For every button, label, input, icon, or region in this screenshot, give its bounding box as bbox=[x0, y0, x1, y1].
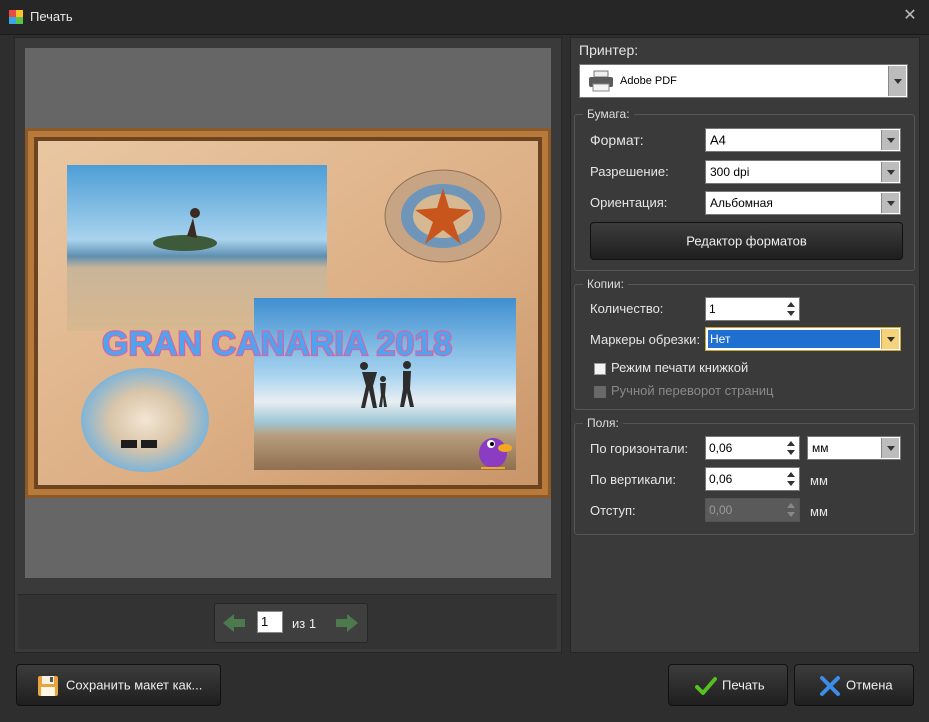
margins-group: Поля: По горизонтали: 0,06 мм По вертика… bbox=[574, 416, 915, 535]
resolution-value: 300 dpi bbox=[710, 165, 750, 179]
dialog-footer: Сохранить макет как... Печать Отмена bbox=[0, 656, 929, 722]
page-navigation-bar: 1 из 1 bbox=[18, 594, 557, 649]
vertical-margin-value: 0,06 bbox=[709, 472, 733, 486]
book-mode-checkbox[interactable] bbox=[594, 363, 606, 375]
chevron-down-icon[interactable] bbox=[881, 130, 899, 150]
stepper-up-icon[interactable] bbox=[787, 503, 795, 508]
save-layout-button-label: Сохранить макет как... bbox=[66, 677, 203, 693]
margins-group-title: Поля: bbox=[583, 416, 623, 430]
print-preview: GRAN CANARIA 2018 bbox=[25, 48, 551, 578]
stepper-down-icon[interactable] bbox=[787, 311, 795, 316]
checkmark-icon bbox=[695, 677, 717, 695]
crop-marks-label: Маркеры обрезки: bbox=[590, 332, 701, 347]
copies-group-title: Копии: bbox=[583, 277, 628, 291]
manual-flip-checkbox[interactable] bbox=[594, 386, 606, 398]
chevron-down-icon[interactable] bbox=[881, 193, 899, 213]
collage-preview: GRAN CANARIA 2018 bbox=[25, 128, 551, 498]
horizontal-margin-label: По горизонтали: bbox=[590, 441, 689, 456]
stepper-up-icon[interactable] bbox=[787, 472, 795, 477]
preview-panel: GRAN CANARIA 2018 1 из 1 bbox=[14, 37, 562, 653]
format-editor-button[interactable]: Редактор форматов bbox=[590, 222, 903, 260]
prev-page-icon[interactable] bbox=[220, 611, 248, 635]
paper-group: Бумага: Формат: А4 Разрешение: 300 dpi О… bbox=[574, 107, 915, 271]
window-title: Печать bbox=[30, 9, 73, 24]
next-page-icon[interactable] bbox=[333, 611, 361, 635]
margin-unit-value: мм bbox=[812, 441, 829, 455]
resolution-select[interactable]: 300 dpi bbox=[705, 160, 901, 184]
chevron-down-icon[interactable] bbox=[888, 66, 906, 96]
crop-marks-select[interactable]: Нет bbox=[705, 327, 901, 351]
printer-select[interactable]: Adobe PDF bbox=[579, 64, 908, 98]
format-select[interactable]: А4 bbox=[705, 128, 901, 152]
manual-flip-label: Ручной переворот страниц bbox=[611, 383, 774, 398]
horizontal-margin-value: 0,06 bbox=[709, 441, 733, 455]
settings-panel: Принтер: Adobe PDF Бумага: Формат: А4 Ра… bbox=[570, 37, 920, 653]
save-layout-button[interactable]: Сохранить макет как... bbox=[16, 664, 221, 706]
vertical-margin-label: По вертикали: bbox=[590, 472, 676, 487]
orientation-select[interactable]: Альбомная bbox=[705, 191, 901, 215]
chevron-down-icon[interactable] bbox=[881, 438, 899, 458]
selection-highlight bbox=[708, 330, 880, 348]
horizontal-margin-stepper[interactable]: 0,06 bbox=[705, 436, 800, 460]
stepper-up-icon[interactable] bbox=[787, 441, 795, 446]
copies-group: Копии: Количество: 1 Маркеры обрезки: Не… bbox=[574, 277, 915, 410]
paper-group-title: Бумага: bbox=[583, 107, 634, 121]
vertical-margin-unit: мм bbox=[810, 473, 828, 488]
printer-icon bbox=[589, 70, 613, 92]
page-navigator: 1 из 1 bbox=[214, 603, 368, 643]
stepper-down-icon[interactable] bbox=[787, 512, 795, 517]
close-icon[interactable]: ✕ bbox=[899, 5, 921, 27]
page-count-label: из 1 bbox=[292, 616, 317, 631]
format-label: Формат: bbox=[590, 132, 644, 148]
stepper-down-icon[interactable] bbox=[787, 450, 795, 455]
copies-count-stepper[interactable]: 1 bbox=[705, 297, 800, 321]
copies-count-label: Количество: bbox=[590, 301, 664, 316]
chevron-down-icon[interactable] bbox=[881, 329, 899, 349]
page-number-input[interactable]: 1 bbox=[257, 611, 283, 633]
cancel-x-icon bbox=[820, 676, 840, 696]
copies-count-value: 1 bbox=[709, 302, 716, 316]
format-value: А4 bbox=[710, 132, 726, 148]
cancel-button[interactable]: Отмена bbox=[794, 664, 914, 706]
resolution-label: Разрешение: bbox=[590, 164, 669, 179]
title-bar: Печать ✕ bbox=[0, 0, 929, 35]
indent-stepper[interactable]: 0,00 bbox=[705, 498, 800, 522]
collage-title-text: GRAN CANARIA 2018 bbox=[102, 325, 452, 363]
orientation-value: Альбомная bbox=[710, 196, 773, 210]
indent-value: 0,00 bbox=[709, 503, 733, 517]
indent-label: Отступ: bbox=[590, 503, 636, 518]
printer-label: Принтер: bbox=[579, 42, 639, 58]
print-button[interactable]: Печать bbox=[668, 664, 788, 706]
indent-unit: мм bbox=[810, 504, 828, 519]
print-button-label: Печать bbox=[722, 677, 765, 693]
margin-unit-select[interactable]: мм bbox=[807, 436, 901, 460]
stepper-up-icon[interactable] bbox=[787, 302, 795, 307]
stepper-down-icon[interactable] bbox=[787, 481, 795, 486]
floppy-disk-icon bbox=[38, 676, 58, 696]
vertical-margin-stepper[interactable]: 0,06 bbox=[705, 467, 800, 491]
format-editor-button-label: Редактор форматов bbox=[686, 233, 807, 249]
cancel-button-label: Отмена bbox=[846, 677, 893, 693]
orientation-label: Ориентация: bbox=[590, 195, 668, 210]
book-mode-label: Режим печати книжкой bbox=[611, 360, 749, 375]
app-logo-icon bbox=[9, 10, 23, 24]
crop-marks-value: Нет bbox=[710, 332, 731, 346]
chevron-down-icon[interactable] bbox=[881, 162, 899, 182]
printer-value: Adobe PDF bbox=[620, 75, 677, 87]
